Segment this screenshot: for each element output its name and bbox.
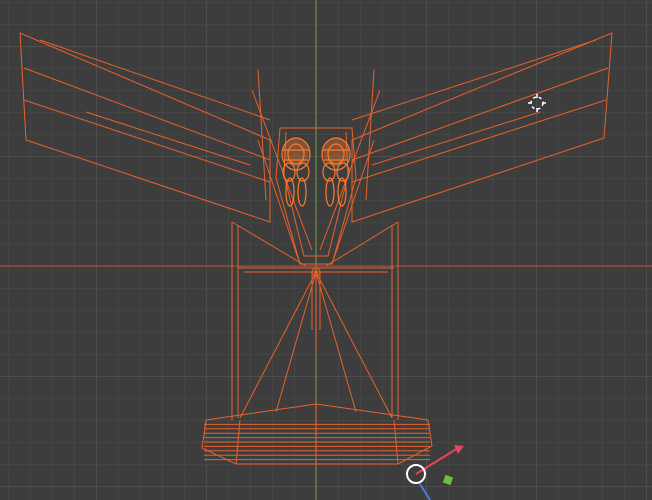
pilot-left[interactable] <box>281 137 311 207</box>
viewport-canvas[interactable] <box>0 0 652 500</box>
gizmo-x-axis[interactable] <box>415 447 459 475</box>
tail-booms <box>231 222 399 420</box>
pilot-right[interactable] <box>321 137 351 207</box>
viewport-grid <box>0 0 652 500</box>
transform-gizmo-icon[interactable] <box>406 445 464 500</box>
3d-viewport[interactable] <box>0 0 652 500</box>
pilot-mesh-part <box>297 177 307 207</box>
pilot-shading <box>323 138 349 166</box>
right-wing[interactable] <box>351 32 613 223</box>
pilot-mesh-part <box>325 177 335 207</box>
left-wing[interactable] <box>19 32 271 223</box>
pilot-shading <box>283 138 309 166</box>
gizmo-y-handle-icon[interactable] <box>442 474 454 486</box>
